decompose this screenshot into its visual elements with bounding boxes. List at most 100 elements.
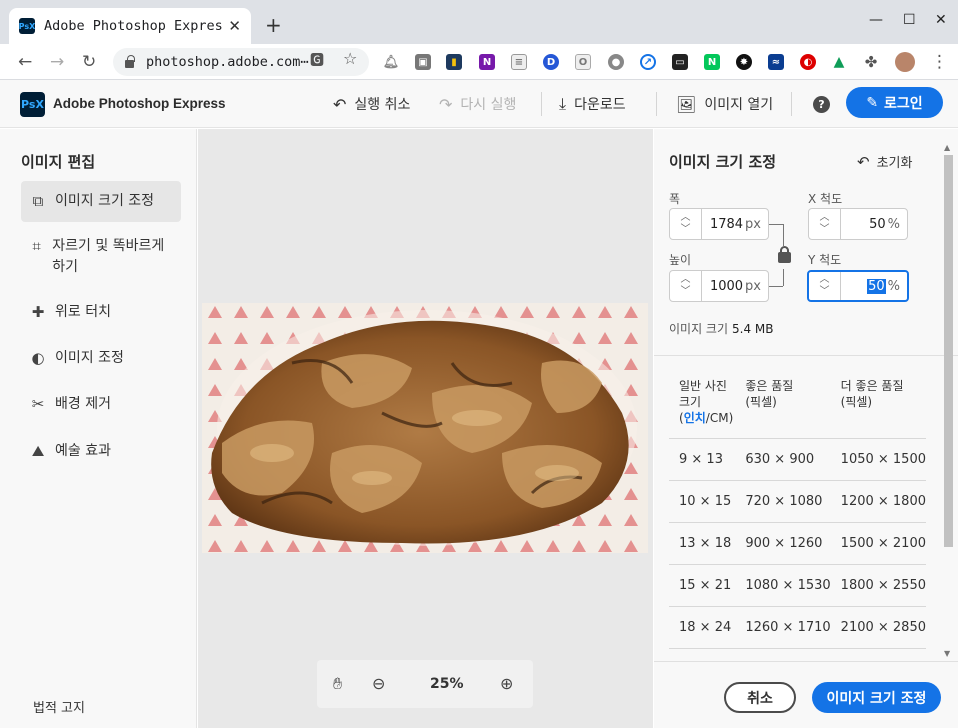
active-extension-icon[interactable]: ↗ [640, 54, 656, 70]
app-header: PsX Adobe Photoshop Express ↶ 실행 취소 ↷ 다시… [0, 80, 958, 128]
translate-icon[interactable]: 🅶 [310, 50, 324, 70]
sidebar-item-resize[interactable]: ⧉ 이미지 크기 조정 [21, 181, 181, 222]
reload-icon[interactable]: ↻ [82, 52, 96, 72]
header-divider [656, 92, 657, 116]
undo-button[interactable]: ↶ 실행 취소 [333, 94, 410, 114]
image-size-label: 이미지 크기 [669, 322, 729, 336]
x-scale-stepper[interactable]: ︿ ﹀ 50% [808, 208, 908, 240]
sidebar-item-art-effect[interactable]: ⛰ 예술 효과 [21, 431, 181, 472]
column-header-good-quality: 좋은 품질 (픽셀) [745, 379, 794, 409]
legal-notice-link[interactable]: 법적 고지 [33, 697, 85, 716]
x-scale-value[interactable]: 50 [869, 217, 886, 232]
window-close-icon[interactable]: ✕ [935, 12, 947, 28]
help-icon[interactable]: ? [813, 96, 830, 113]
scrollbar-thumb[interactable] [944, 155, 953, 547]
food-photo-illustration [202, 303, 648, 553]
y-scale-stepper[interactable]: ︿ ﹀ 50% [807, 270, 909, 302]
zoom-toolbar: ✋︎ ⊖ 25% ⊕ [317, 660, 533, 708]
login-button[interactable]: ✎ 로그인 [846, 87, 943, 118]
lock-aspect-icon[interactable] [778, 246, 791, 263]
stepper-arrows-icon[interactable]: ︿ ﹀ [670, 209, 702, 239]
browser-tab[interactable]: PsX Adobe Photoshop Express ✕ [9, 8, 251, 44]
sidebar-title: 이미지 편집 [21, 153, 96, 171]
maximize-icon[interactable]: ☐ [903, 12, 916, 28]
y-scale-label: Y 척도 [808, 253, 842, 267]
new-tab-icon[interactable]: + [265, 13, 282, 37]
d-extension-icon[interactable]: D [543, 54, 559, 70]
table-row: 10 × 15 720 × 1080 1200 × 1800 [669, 480, 926, 523]
camera-extension-icon[interactable]: ▣ [415, 54, 431, 70]
redo-icon: ↷ [439, 94, 453, 114]
shield-extension-icon[interactable]: ● [608, 54, 624, 70]
download-icon: ⤓ [559, 94, 567, 113]
bookmark-star-icon[interactable]: ☆ [343, 49, 357, 68]
image-size-info: 이미지 크기 5.4 MB [669, 320, 774, 337]
red-extension-icon[interactable]: ◐ [800, 54, 816, 70]
office-extension-icon[interactable]: O [575, 54, 591, 70]
stepper-arrows-icon[interactable]: ︿ ﹀ [809, 209, 841, 239]
resize-panel: 이미지 크기 조정 ↶ 초기화 폭 ︿ ﹀ 1784 px 높이 ︿ ﹀ 1000 px… [654, 129, 958, 728]
reset-label: 초기화 [876, 156, 913, 171]
back-arrow-icon[interactable]: ← [18, 52, 32, 72]
bell-extension-icon[interactable]: 🔔︎ [383, 54, 400, 70]
pip-extension-icon[interactable]: ▭ [672, 54, 688, 70]
drive-extension-icon[interactable]: ▲ [831, 54, 847, 70]
stepper-arrows-icon[interactable]: ︿ ﹀ [670, 271, 702, 301]
percent-unit: % [887, 278, 900, 294]
y-scale-value[interactable]: 50 [867, 278, 886, 294]
zoom-out-icon[interactable]: ⊖ [372, 674, 385, 693]
stepper-arrows-icon[interactable]: ︿ ﹀ [809, 272, 841, 300]
sidebar-item-adjust[interactable]: ◐ 이미지 조정 [21, 338, 181, 379]
table-cell: 720 × 1080 [735, 480, 831, 523]
open-image-button[interactable]: 🖼︎ 이미지 열기 [676, 94, 773, 114]
puzzle-extensions-icon[interactable]: ✤ [863, 53, 879, 71]
scroll-up-icon[interactable]: ▲ [944, 143, 950, 152]
minimize-icon[interactable]: — [869, 12, 883, 28]
sidebar-item-label: 이미지 크기 조정 [55, 193, 155, 209]
height-stepper[interactable]: ︿ ﹀ 1000 px [669, 270, 769, 302]
art-effect-icon: ⛰ [31, 442, 45, 460]
table-cell: 9 × 13 [669, 438, 736, 481]
x-scale-label: X 척도 [808, 192, 843, 206]
remove-bg-icon: ✂ [31, 395, 45, 413]
image-canvas[interactable]: ✋︎ ⊖ 25% ⊕ [198, 129, 653, 728]
percent-unit: % [887, 216, 900, 232]
edit-sidebar: 이미지 편집 ⧉ 이미지 크기 조정 ⌗ 자르기 및 똑바르게 하기 ✚ 위로 … [0, 129, 197, 728]
photoshop-favicon-icon: PsX [19, 18, 35, 34]
paw-extension-icon[interactable]: ✸ [736, 54, 752, 70]
image-icon: 🖼︎ [676, 94, 697, 114]
onenote-extension-icon[interactable]: N [479, 54, 495, 70]
panel-scrollbar[interactable]: ▲ ▼ [944, 141, 953, 661]
sidebar-item-label: 배경 제거 [55, 396, 111, 412]
chart-extension-icon[interactable]: ▮ [446, 54, 462, 70]
download-button[interactable]: ⤓ 다운로드 [559, 94, 626, 114]
width-value[interactable]: 1784 [710, 217, 743, 232]
naver-extension-icon[interactable]: N [704, 54, 720, 70]
sidebar-item-crop[interactable]: ⌗ 자르기 및 똑바르게 하기 [21, 226, 181, 288]
forward-arrow-icon[interactable]: → [50, 52, 64, 72]
column-header-size: 일반 사진 크기 (인치/CM) [679, 379, 734, 425]
wave-extension-icon[interactable]: ≈ [768, 54, 784, 70]
cancel-button[interactable]: 취소 [724, 682, 796, 713]
sidebar-item-remove-bg[interactable]: ✂ 배경 제거 [21, 384, 181, 425]
width-stepper[interactable]: ︿ ﹀ 1784 px [669, 208, 769, 240]
sidebar-item-spot-heal[interactable]: ✚ 위로 터치 [21, 292, 181, 333]
table-row: 13 × 18 900 × 1260 1500 × 2100 [669, 522, 926, 565]
zoom-in-icon[interactable]: ⊕ [500, 674, 513, 693]
redo-label: 다시 실행 [460, 97, 517, 113]
clipper-extension-icon[interactable]: ≡ [511, 54, 527, 70]
height-value[interactable]: 1000 [710, 279, 743, 294]
apply-resize-button[interactable]: 이미지 크기 조정 [812, 682, 941, 713]
resize-icon: ⧉ [32, 192, 44, 210]
redo-button[interactable]: ↷ 다시 실행 [439, 94, 516, 114]
profile-avatar[interactable] [895, 52, 915, 72]
browser-menu-icon[interactable]: ⋮ [931, 52, 948, 72]
reset-button[interactable]: ↶ 초기화 [857, 152, 913, 172]
url-text: photoshop.adobe.com⋯ [146, 54, 309, 70]
hand-pan-icon[interactable]: ✋︎ [333, 674, 342, 694]
scroll-down-icon[interactable]: ▼ [944, 649, 950, 658]
close-tab-icon[interactable]: ✕ [228, 17, 241, 35]
edited-photo[interactable] [202, 303, 648, 553]
sidebar-item-label: 자르기 및 똑바르게 하기 [52, 238, 165, 275]
address-bar[interactable]: photoshop.adobe.com⋯ [113, 48, 369, 76]
